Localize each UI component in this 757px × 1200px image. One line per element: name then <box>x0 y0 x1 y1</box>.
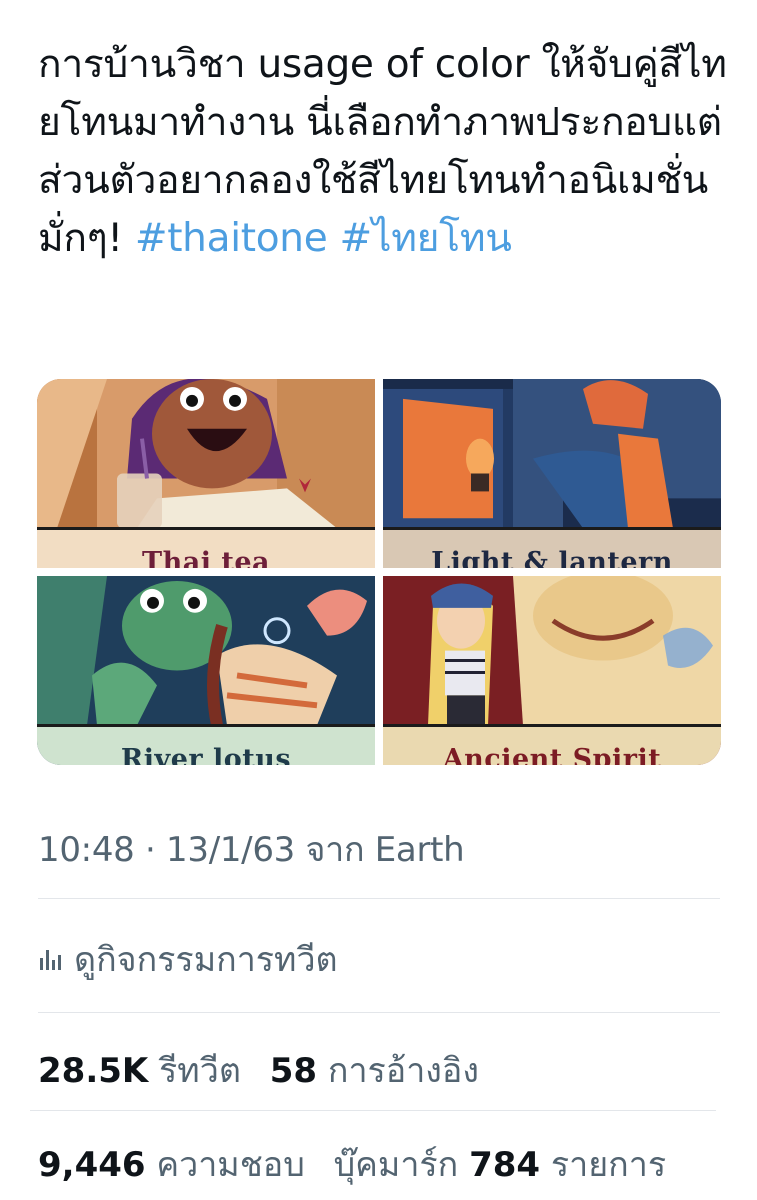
quotes-label: การอ้างอิง <box>327 1051 479 1091</box>
caption-ancient-spirit: Ancient Spirit <box>442 744 662 766</box>
hashtag-thaitone[interactable]: #thaitone <box>135 216 328 261</box>
media-light-lantern[interactable]: Light & lantern <box>383 379 721 568</box>
media-river-lotus[interactable]: River lotus <box>37 576 375 765</box>
media-ancient-spirit[interactable]: Ancient Spirit <box>383 576 721 765</box>
retweets-label: รีทวีต <box>159 1051 241 1091</box>
tweet-date[interactable]: 13/1/63 <box>166 830 295 870</box>
tweet-text: การบ้านวิชา usage of color ให้จับคู่สีไท… <box>38 36 728 268</box>
likes-stat[interactable]: 9,446 ความชอบ <box>38 1145 305 1185</box>
tweet-meta: 10:48 · 13/1/63 จาก Earth <box>38 822 465 876</box>
caption-box: Light & lantern <box>383 527 721 568</box>
likes-label: ความชอบ <box>156 1145 305 1185</box>
meta-separator: · <box>145 830 156 870</box>
media-grid: Thai tea Light & lantern River lotus Anc… <box>37 379 721 765</box>
likes-count: 9,446 <box>38 1145 146 1185</box>
divider <box>30 1110 716 1111</box>
caption-box: Thai tea <box>37 527 375 568</box>
analytics-icon <box>40 950 61 970</box>
caption-box: Ancient Spirit <box>383 724 721 765</box>
quotes-stat[interactable]: 58 การอ้างอิง <box>270 1051 479 1091</box>
hashtag-thaitone-th[interactable]: #ไทยโทน <box>340 216 512 261</box>
retweets-count: 28.5K <box>38 1051 149 1091</box>
tweet-source[interactable]: Earth <box>375 830 465 870</box>
bookmarks-count: 784 <box>469 1145 541 1185</box>
view-activity-link[interactable]: ดูกิจกรรมการทวีต <box>38 932 338 986</box>
retweets-stat[interactable]: 28.5K รีทวีต <box>38 1051 241 1091</box>
caption-box: River lotus <box>37 724 375 765</box>
media-thai-tea[interactable]: Thai tea <box>37 379 375 568</box>
tweet-time[interactable]: 10:48 <box>38 830 135 870</box>
quotes-count: 58 <box>269 1051 318 1091</box>
divider <box>38 1012 720 1013</box>
bookmarks-label: รายการ <box>550 1145 667 1185</box>
caption-light-lantern: Light & lantern <box>431 547 673 569</box>
caption-thai-tea: Thai tea <box>141 547 271 569</box>
bookmarks-stat[interactable]: บุ๊คมาร์ก 784 รายการ <box>334 1145 667 1185</box>
stats-row-likes: 9,446 ความชอบ บุ๊คมาร์ก 784 รายการ <box>38 1137 666 1191</box>
stats-row-retweets: 28.5K รีทวีต 58 การอ้างอิง <box>38 1043 479 1097</box>
activity-label: ดูกิจกรรมการทวีต <box>74 940 338 980</box>
source-prefix: จาก <box>305 830 365 870</box>
caption-river-lotus: River lotus <box>120 744 292 766</box>
bookmarks-prefix: บุ๊คมาร์ก <box>333 1145 459 1185</box>
divider <box>38 898 720 899</box>
